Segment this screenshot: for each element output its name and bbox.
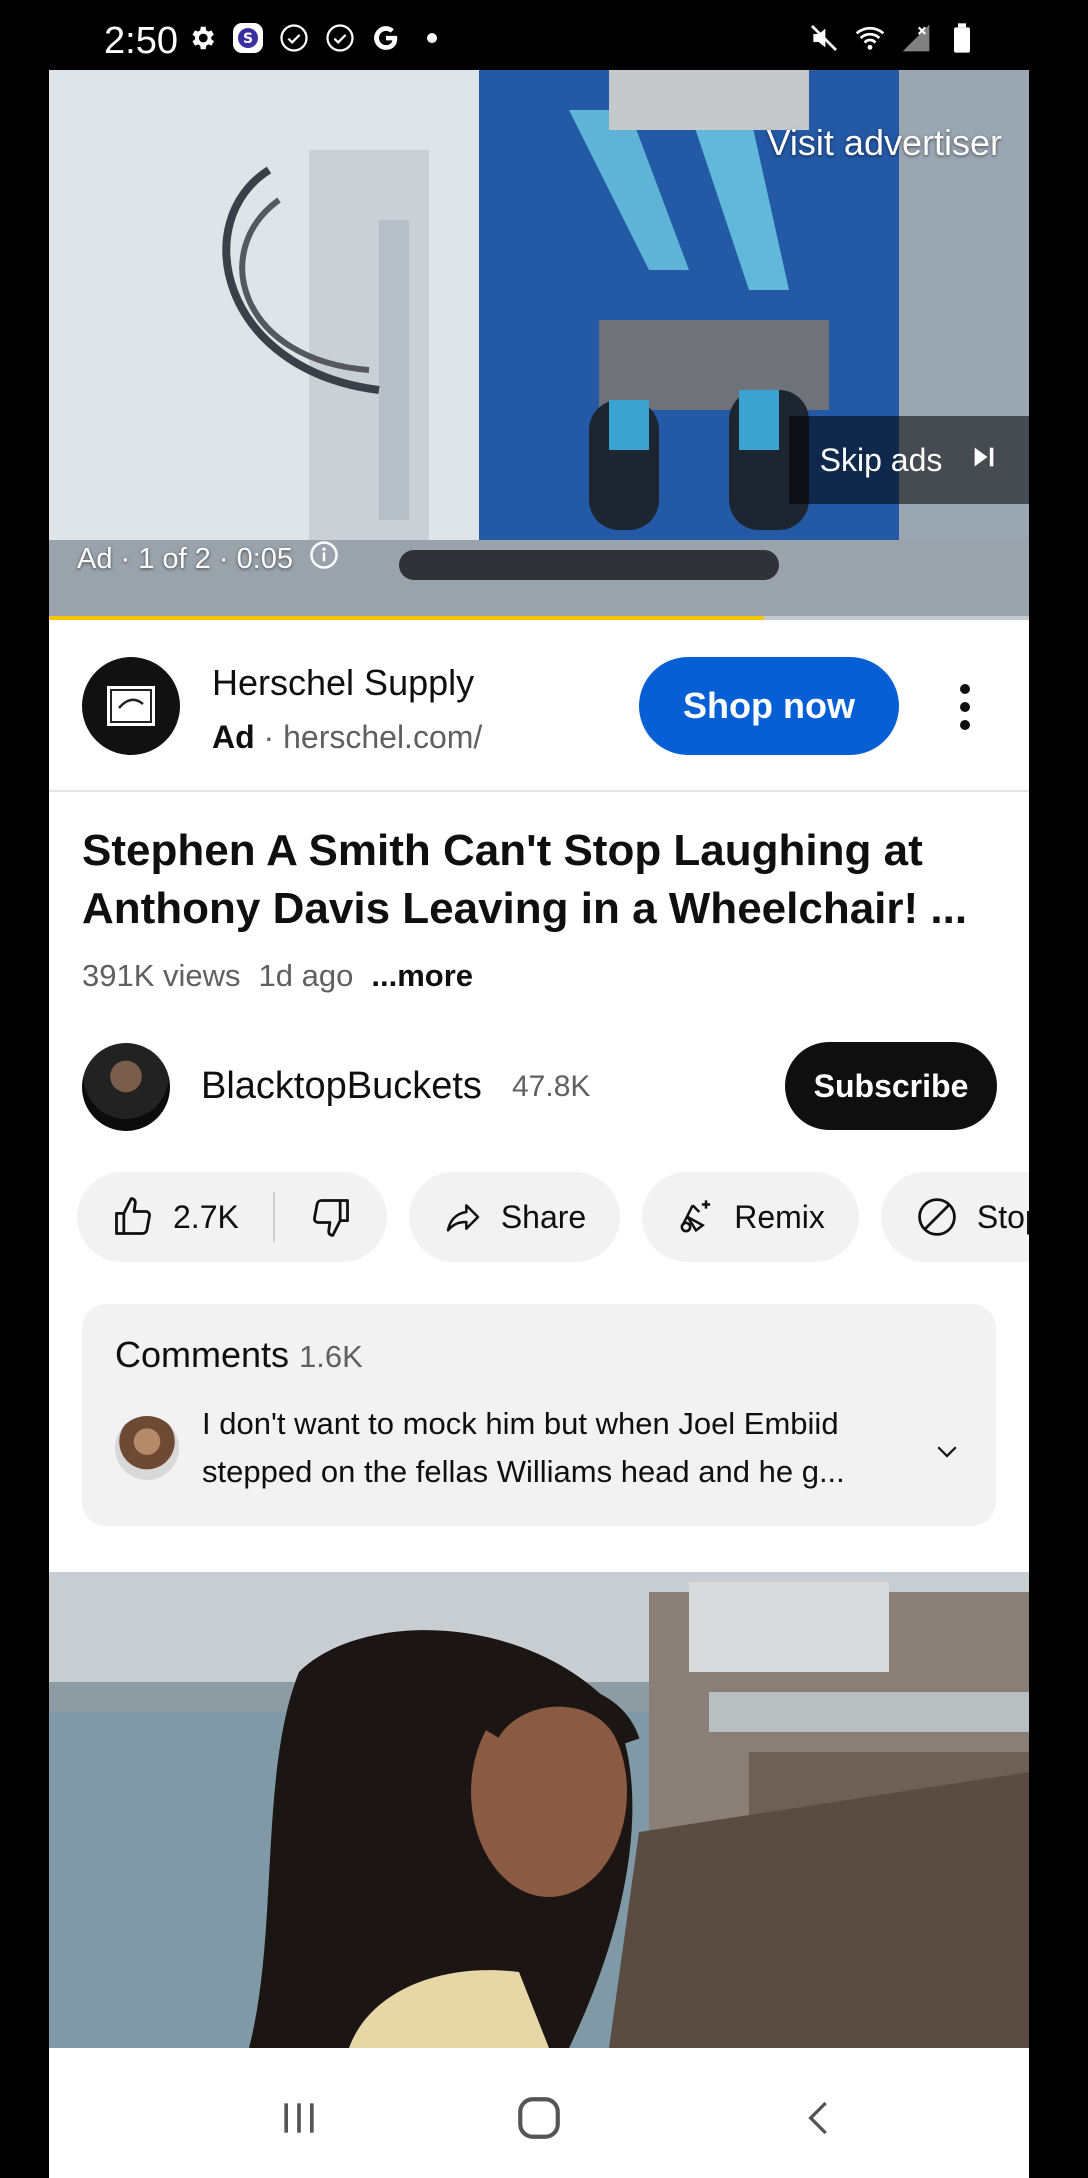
comments-title: Comments — [115, 1334, 290, 1375]
chevron-down-icon[interactable] — [932, 1436, 962, 1471]
dot-icon — [416, 22, 448, 54]
like-divider — [272, 1192, 275, 1242]
stop-ads-button[interactable]: Stop — [880, 1172, 1029, 1262]
comments-count: 1.6K — [299, 1339, 363, 1374]
system-navigation-bar — [49, 2048, 1029, 2178]
svg-text:S: S — [243, 31, 253, 47]
stop-label: Stop — [976, 1198, 1029, 1235]
remix-button[interactable]: Remix — [642, 1172, 859, 1262]
signal-icon — [900, 22, 932, 54]
channel-avatar[interactable] — [82, 1043, 170, 1131]
visit-advertiser-link[interactable]: Visit advertiser — [767, 122, 1002, 164]
app-s-icon: S — [232, 22, 264, 54]
thumbs-up-icon — [115, 1197, 151, 1235]
ad-label: Ad — [212, 719, 255, 755]
mute-icon — [808, 22, 840, 54]
wifi-icon — [854, 22, 886, 54]
advertiser-subline: Ad · herschel.com/ — [212, 719, 482, 756]
share-label: Share — [500, 1198, 587, 1235]
remix-label: Remix — [734, 1198, 825, 1235]
status-time: 2:50 — [104, 20, 178, 62]
comments-header: Comments 1.6K — [115, 1334, 363, 1376]
channel-row: BlacktopBuckets 47.8K Subscribe — [49, 1040, 1029, 1140]
home-icon[interactable] — [509, 2088, 569, 2148]
share-button[interactable]: Share — [408, 1172, 621, 1262]
ad-progress-bar — [49, 616, 1029, 620]
recents-icon[interactable] — [269, 2088, 329, 2148]
block-icon — [918, 1198, 956, 1236]
like-count: 2.7K — [173, 1198, 239, 1235]
video-title[interactable]: Stephen A Smith Can't Stop Laughing at A… — [82, 822, 1002, 938]
skip-next-icon — [970, 442, 998, 479]
more-description-link[interactable]: ...more — [371, 958, 473, 994]
gear-icon — [186, 22, 218, 54]
status-notification-icons: S — [186, 22, 448, 54]
action-bar: 2.7K Share Remix Stop — [77, 1172, 1029, 1262]
top-comment-text: I don't want to mock him but when Joel E… — [202, 1406, 845, 1489]
skip-ads-label: Skip ads — [819, 441, 943, 478]
promo-image — [49, 1572, 1029, 2048]
advertiser-name[interactable]: Herschel Supply — [212, 662, 474, 704]
status-bar: 2:50 S — [0, 0, 1088, 70]
back-icon[interactable] — [789, 2088, 849, 2148]
info-icon[interactable] — [309, 540, 339, 578]
ad-info: Ad · 1 of 2 · 0:05 — [77, 540, 339, 578]
check-circle-icon — [278, 22, 310, 54]
check-circle-icon — [324, 22, 356, 54]
like-button[interactable]: 2.7K — [111, 1195, 239, 1239]
commenter-avatar — [115, 1416, 179, 1480]
youtube-watch-page: Visit advertiser Skip ads Ad · 1 of 2 · … — [49, 70, 1029, 2178]
separator-dot: · — [263, 719, 275, 755]
advertiser-logo[interactable] — [82, 657, 180, 755]
promoted-video-thumbnail[interactable] — [49, 1572, 1029, 2048]
battery-icon — [946, 22, 978, 54]
skip-ads-button[interactable]: Skip ads — [789, 416, 1029, 504]
ad-info-row: Herschel Supply Ad · herschel.com/ Shop … — [49, 622, 1029, 792]
comments-teaser[interactable]: Comments 1.6K I don't want to mock him bu… — [82, 1304, 996, 1526]
ad-video-player[interactable]: Visit advertiser Skip ads Ad · 1 of 2 · … — [49, 70, 1029, 620]
view-count: 391K views — [82, 958, 241, 993]
upload-age: 1d ago — [258, 958, 354, 993]
video-meta[interactable]: 391K views 1d ago ...more — [82, 958, 473, 994]
ad-counter: Ad · 1 of 2 · 0:05 — [77, 542, 294, 575]
status-system-icons — [808, 22, 978, 54]
share-icon — [446, 1204, 480, 1232]
like-dislike-pill: 2.7K — [77, 1172, 387, 1262]
more-options-icon[interactable] — [945, 677, 985, 737]
subscribe-button[interactable]: Subscribe — [785, 1042, 997, 1130]
ad-progress-fill — [49, 616, 765, 620]
thumbs-down-icon — [312, 1199, 349, 1237]
dislike-button[interactable] — [309, 1195, 353, 1239]
remix-icon — [680, 1200, 711, 1233]
subscriber-count: 47.8K — [512, 1070, 591, 1103]
shop-now-button[interactable]: Shop now — [639, 657, 899, 755]
advertiser-url: herschel.com/ — [283, 719, 483, 755]
channel-name[interactable]: BlacktopBuckets — [201, 1065, 482, 1108]
google-g-icon — [370, 22, 402, 54]
